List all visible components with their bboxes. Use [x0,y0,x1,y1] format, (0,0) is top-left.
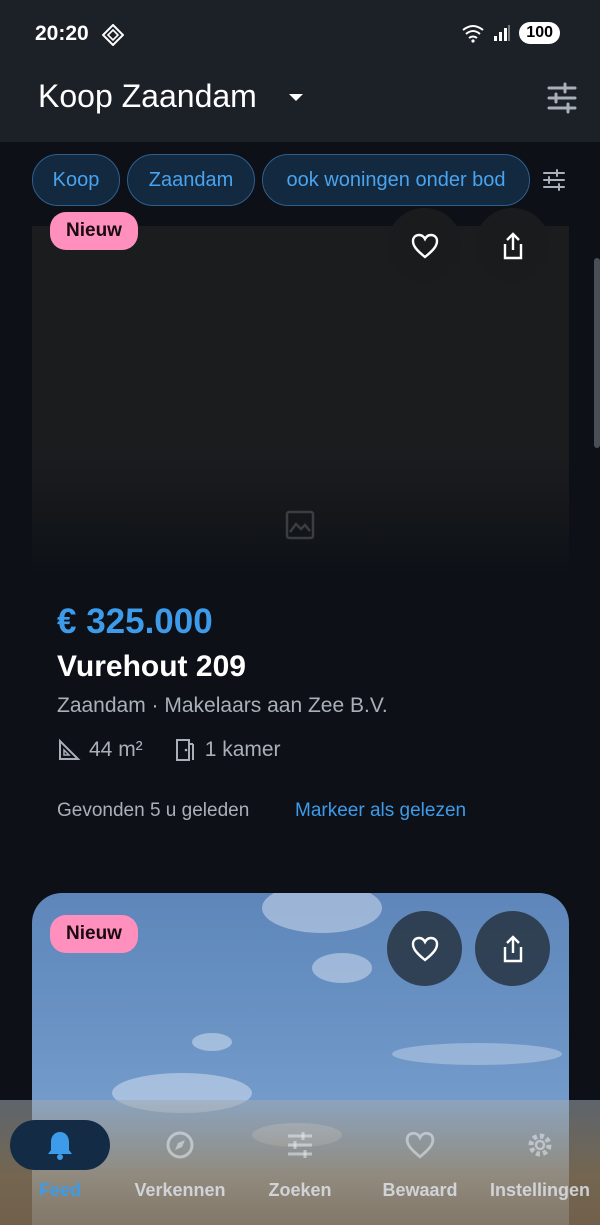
listing-price: € 325.000 [57,602,213,641]
bottom-navigation: Feed Verkennen Zoeken Bewaard Instelling… [0,1100,600,1225]
status-icons: 100 [461,22,560,44]
area-icon [59,738,81,760]
app-bar: Koop Zaandam [0,68,600,142]
nav-feed[interactable]: Feed [0,1100,120,1225]
nav-verkennen-label: Verkennen [134,1180,226,1200]
gear-icon [528,1133,552,1157]
listing-features: 44 m² 1 kamer [57,738,311,762]
rooms-value: 1 kamer [204,738,281,761]
filter-chips-row: Koop Zaandam ook woningen onder bod [0,152,600,208]
listing-location-agent: Zaandam · Makelaars aan Zee B.V. [57,694,388,717]
chip-koop[interactable]: Koop [32,154,120,206]
nav-bewaard[interactable]: Bewaard [360,1100,480,1225]
explore-icon [166,1131,194,1159]
page-title[interactable]: Koop Zaandam [38,78,257,115]
area-value: 44 m² [89,738,143,761]
status-time: 20:20 [35,22,89,45]
nav-verkennen[interactable]: Verkennen [120,1100,240,1225]
listing-address[interactable]: Vurehout 209 [57,650,246,684]
nav-feed-indicator [10,1120,110,1170]
wifi-icon [462,25,484,43]
heart-icon [405,1131,435,1159]
image-placeholder-icon [285,510,315,540]
tune-icon[interactable] [546,82,578,114]
nav-instellingen-indicator [490,1120,590,1170]
share-button[interactable] [475,911,550,986]
share-icon [503,231,522,259]
tune-icon[interactable] [542,168,566,192]
nav-zoeken[interactable]: Zoeken [240,1100,360,1225]
nav-verkennen-indicator [130,1120,230,1170]
dropdown-caret-icon[interactable] [287,92,305,104]
favorite-button[interactable] [387,911,462,986]
share-button[interactable] [475,208,550,283]
found-timestamp: Gevonden 5 u geleden [57,800,250,821]
signal-icon [494,25,511,41]
scrollbar[interactable] [594,258,600,448]
battery-indicator: 100 [519,22,560,44]
nav-bewaard-label: Bewaard [382,1180,458,1200]
status-bar: 20:20 100 [0,0,600,68]
tune-icon [288,1132,312,1158]
nav-zoeken-label: Zoeken [268,1180,332,1200]
diamond-icon [102,24,124,46]
favorite-button[interactable] [387,208,462,283]
heart-icon [411,936,438,962]
chip-onder-bod[interactable]: ook woningen onder bod [262,154,530,206]
nav-bewaard-indicator [370,1120,470,1170]
bell-icon [48,1132,72,1160]
share-icon [503,934,522,962]
mark-read-button[interactable]: Markeer als gelezen [295,800,466,822]
chip-zaandam[interactable]: Zaandam [127,154,255,206]
new-badge: Nieuw [50,915,138,953]
door-icon [175,739,194,761]
listing-image-placeholder[interactable] [32,226,569,576]
nav-feed-label: Feed [38,1180,81,1200]
nav-zoeken-indicator [250,1120,350,1170]
heart-icon [411,233,438,259]
feature-area: 44 m² [57,738,143,762]
nav-instellingen[interactable]: Instellingen [480,1100,600,1225]
nav-instellingen-label: Instellingen [489,1180,590,1200]
new-badge: Nieuw [50,212,138,250]
feature-rooms: 1 kamer [173,738,281,762]
